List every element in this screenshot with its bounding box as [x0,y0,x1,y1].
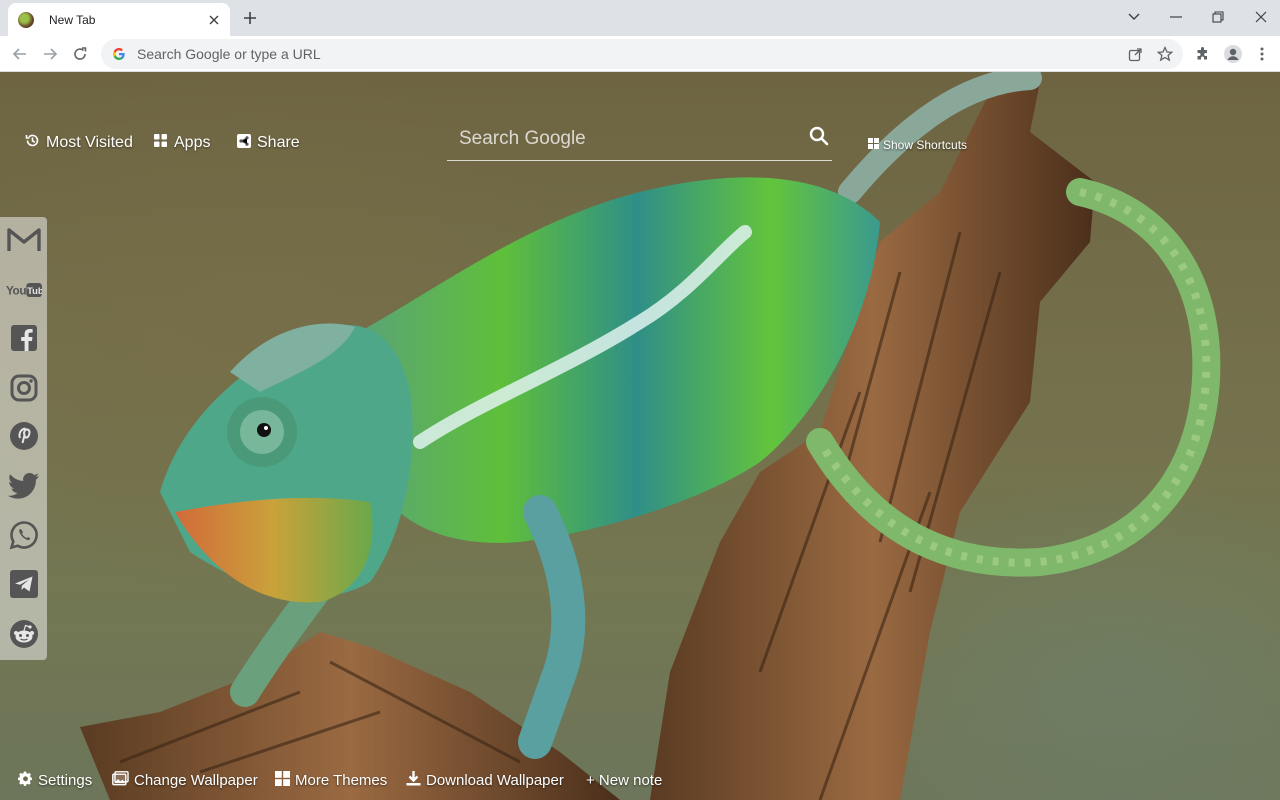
forward-icon[interactable] [38,42,62,66]
extensions-puzzle-icon[interactable] [1191,42,1215,66]
apps-grid-icon [153,133,168,153]
more-menu-icon[interactable] [1250,42,1274,66]
address-bar[interactable] [101,39,1183,69]
gmail-icon[interactable] [6,223,42,257]
svg-text:You: You [6,285,26,298]
settings-link[interactable]: Settings [18,770,92,790]
tab-search-icon[interactable] [1120,6,1148,28]
tab-title: New Tab [49,12,96,27]
history-icon [25,133,40,153]
google-search-input[interactable] [457,124,791,154]
share-page-icon[interactable] [1125,44,1145,64]
change-wallpaper-label: Change Wallpaper [134,771,258,789]
tab-new-tab[interactable]: New Tab [8,3,230,36]
reddit-icon[interactable] [6,617,42,651]
gear-icon [18,770,33,790]
tab-strip: New Tab [0,0,1280,36]
restore-icon[interactable] [1204,6,1232,28]
download-wallpaper-label: Download Wallpaper [426,771,564,789]
apps-link[interactable]: Apps [153,132,210,154]
whatsapp-icon[interactable] [6,518,42,552]
browser-toolbar [0,36,1280,72]
grid-icon [275,770,290,790]
reload-icon[interactable] [68,42,92,66]
download-wallpaper-link[interactable]: Download Wallpaper [406,770,564,790]
new-note-link[interactable]: + New note [586,770,662,790]
most-visited-label: Most Visited [46,134,133,151]
google-search-box [447,116,832,161]
show-shortcuts-label: Show Shortcuts [883,138,968,152]
share-link[interactable]: Share [237,132,300,154]
share-label: Share [257,134,300,151]
search-icon[interactable] [807,124,831,148]
pinterest-icon[interactable] [6,419,42,453]
twitter-icon[interactable] [6,469,42,503]
new-tab-page: Most Visited Apps Share Show Shortcuts Y… [0,72,1280,800]
change-wallpaper-link[interactable]: Change Wallpaper [112,770,258,790]
chameleon-wallpaper-image [80,72,1221,800]
more-themes-link[interactable]: More Themes [275,770,387,790]
social-sidebar: YouTube [0,217,47,660]
new-note-label: + New note [586,771,663,789]
share-icon [237,133,251,153]
google-g-icon [111,46,127,62]
apps-label: Apps [174,134,211,151]
more-themes-label: More Themes [295,771,388,789]
download-icon [406,770,421,790]
youtube-icon[interactable]: YouTube [6,273,42,307]
profile-avatar-icon[interactable] [1221,42,1245,66]
window-close-icon[interactable] [1247,6,1275,28]
most-visited-link[interactable]: Most Visited [25,132,133,154]
close-icon[interactable] [206,12,222,28]
minimize-icon[interactable] [1162,6,1190,28]
svg-text:Tube: Tube [27,285,42,296]
instagram-icon[interactable] [6,371,42,405]
show-shortcuts-button[interactable]: Show Shortcuts [868,138,967,152]
telegram-icon[interactable] [6,567,42,601]
facebook-icon[interactable] [6,321,42,355]
bookmark-star-icon[interactable] [1155,44,1175,64]
new-tab-button[interactable] [240,8,260,28]
settings-label: Settings [38,771,93,789]
shortcuts-grid-icon [868,138,879,152]
tab-favicon-icon [18,11,34,28]
image-icon [112,770,129,790]
back-icon[interactable] [8,42,32,66]
address-input[interactable] [135,45,1039,63]
